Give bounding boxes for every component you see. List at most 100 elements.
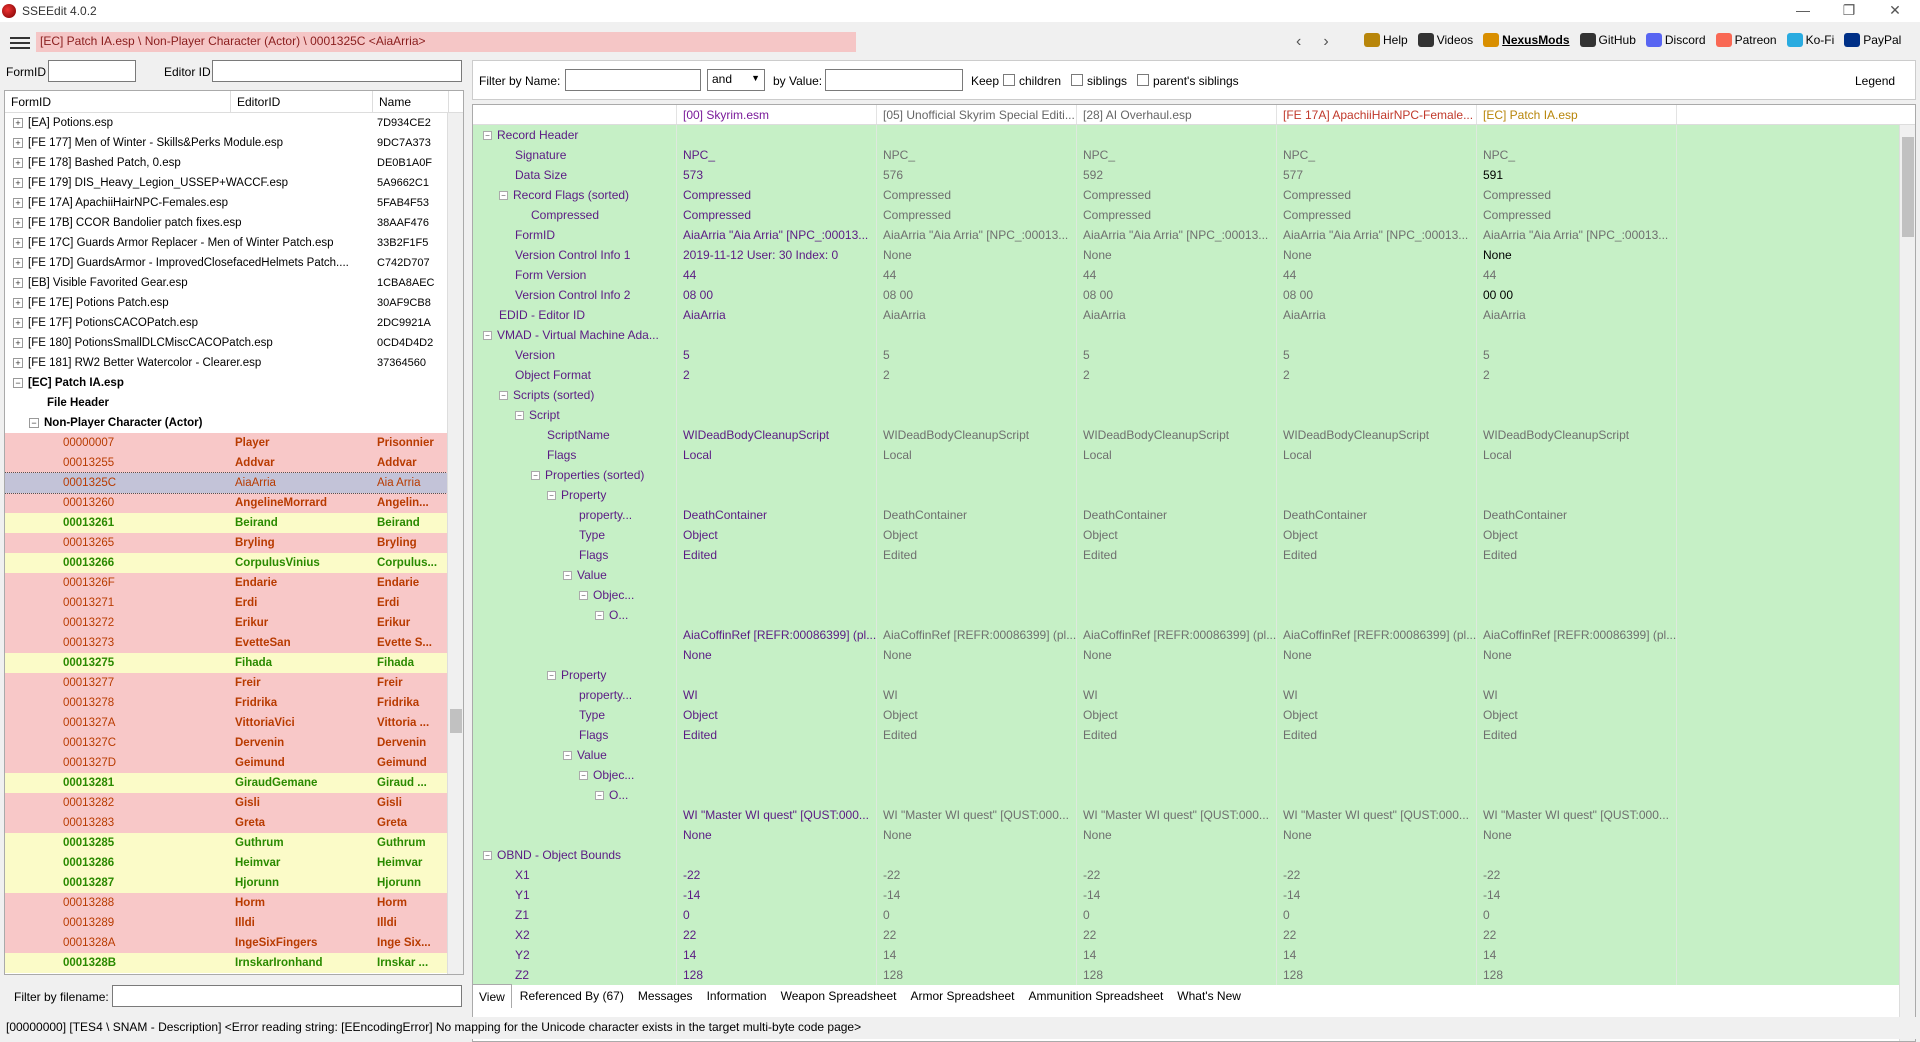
value-cell[interactable] bbox=[1077, 465, 1277, 485]
value-cell[interactable]: NPC_ bbox=[677, 145, 877, 165]
value-cell[interactable]: None bbox=[877, 825, 1077, 845]
col-header-apachii[interactable]: [FE 17A] ApachiiHairNPC-Female... bbox=[1277, 105, 1477, 124]
value-cell[interactable]: Object bbox=[1077, 705, 1277, 725]
value-cell[interactable]: AiaArria bbox=[877, 305, 1077, 325]
value-cell[interactable]: Local bbox=[1477, 445, 1677, 465]
minimize-button[interactable]: — bbox=[1780, 0, 1826, 22]
tree-row[interactable]: 0001328A IngeSixFingers Inge Six... bbox=[5, 933, 463, 953]
value-cell[interactable]: Compressed bbox=[677, 185, 877, 205]
value-cell[interactable] bbox=[1077, 765, 1277, 785]
value-cell[interactable] bbox=[1077, 125, 1277, 145]
value-cell[interactable]: WIDeadBodyCleanupScript bbox=[877, 425, 1077, 445]
value-cell[interactable] bbox=[1477, 325, 1677, 345]
grid-row[interactable]: Y1 -14 -14 -14 -14 -14 bbox=[473, 885, 1915, 905]
value-cell[interactable]: Object bbox=[677, 525, 877, 545]
grid-row[interactable]: − Property bbox=[473, 485, 1915, 505]
value-cell[interactable]: Object bbox=[677, 705, 877, 725]
value-cell[interactable]: WI "Master WI quest" [QUST:000... bbox=[1477, 805, 1677, 825]
value-cell[interactable] bbox=[1077, 485, 1277, 505]
value-cell[interactable] bbox=[1277, 405, 1477, 425]
tree-scroll-thumb[interactable] bbox=[450, 709, 462, 733]
value-cell[interactable]: None bbox=[677, 825, 877, 845]
value-cell[interactable]: WI bbox=[1477, 685, 1677, 705]
value-cell[interactable]: AiaArria bbox=[1077, 305, 1277, 325]
col-name-header[interactable]: Name bbox=[373, 91, 449, 112]
tree-row[interactable]: 00000007 Player Prisonnier bbox=[5, 433, 463, 453]
value-cell[interactable] bbox=[1477, 585, 1677, 605]
value-cell[interactable] bbox=[1477, 665, 1677, 685]
value-cell[interactable] bbox=[877, 465, 1077, 485]
expand-icon[interactable]: + bbox=[13, 178, 23, 188]
link-nexusmods[interactable]: NexusMods bbox=[1483, 33, 1570, 47]
value-cell[interactable]: -22 bbox=[1077, 865, 1277, 885]
value-cell[interactable] bbox=[877, 845, 1077, 865]
value-cell[interactable]: Object bbox=[1077, 525, 1277, 545]
grid-row[interactable]: − OBND - Object Bounds bbox=[473, 845, 1915, 865]
formid-input[interactable] bbox=[48, 60, 136, 82]
expand-icon[interactable]: + bbox=[13, 318, 23, 328]
link-videos[interactable]: Videos bbox=[1417, 33, 1473, 47]
value-cell[interactable]: 22 bbox=[1477, 925, 1677, 945]
grid-row[interactable]: Flags Edited Edited Edited Edited Edited bbox=[473, 545, 1915, 565]
value-cell[interactable]: Edited bbox=[677, 725, 877, 745]
value-cell[interactable] bbox=[1277, 385, 1477, 405]
value-cell[interactable]: WI bbox=[1077, 685, 1277, 705]
value-cell[interactable]: -14 bbox=[677, 885, 877, 905]
value-cell[interactable] bbox=[677, 785, 877, 805]
tree-row[interactable]: 00013281 GiraudGemane Giraud ... bbox=[5, 773, 463, 793]
tab-ammunition-spreadsheet[interactable]: Ammunition Spreadsheet bbox=[1023, 984, 1170, 1008]
value-cell[interactable]: 576 bbox=[877, 165, 1077, 185]
value-cell[interactable] bbox=[1077, 385, 1277, 405]
value-cell[interactable]: None bbox=[1277, 825, 1477, 845]
tree-row[interactable]: + [FE 178] Bashed Patch, 0.esp DE0B1A0F bbox=[5, 153, 463, 173]
value-cell[interactable]: Local bbox=[1277, 445, 1477, 465]
value-cell[interactable]: NPC_ bbox=[1277, 145, 1477, 165]
tree-row[interactable]: 00013265 Bryling Bryling bbox=[5, 533, 463, 553]
value-cell[interactable] bbox=[677, 565, 877, 585]
value-cell[interactable]: 14 bbox=[1277, 945, 1477, 965]
value-cell[interactable] bbox=[677, 405, 877, 425]
value-cell[interactable] bbox=[877, 585, 1077, 605]
value-cell[interactable] bbox=[1477, 765, 1677, 785]
editorid-input[interactable] bbox=[212, 60, 462, 82]
collapse-icon[interactable]: − bbox=[595, 790, 604, 800]
col-editorid-header[interactable]: EditorID bbox=[231, 91, 373, 112]
value-cell[interactable]: WIDeadBodyCleanupScript bbox=[677, 425, 877, 445]
value-cell[interactable]: -14 bbox=[1277, 885, 1477, 905]
expand-icon[interactable]: + bbox=[13, 238, 23, 248]
grid-row[interactable]: Y2 14 14 14 14 14 bbox=[473, 945, 1915, 965]
value-cell[interactable]: -14 bbox=[1077, 885, 1277, 905]
value-cell[interactable]: Compressed bbox=[1477, 185, 1677, 205]
tree-row[interactable]: 0001327D Geimund Geimund bbox=[5, 753, 463, 773]
value-cell[interactable]: 128 bbox=[1277, 965, 1477, 985]
tree-row[interactable]: + [FE 17C] Guards Armor Replacer - Men of… bbox=[5, 233, 463, 253]
menu-hamburger-icon[interactable] bbox=[10, 35, 30, 51]
tree-row[interactable]: 0001327C Dervenin Dervenin bbox=[5, 733, 463, 753]
value-cell[interactable]: 5 bbox=[1277, 345, 1477, 365]
expand-icon[interactable]: + bbox=[13, 358, 23, 368]
filter-value-input[interactable] bbox=[825, 69, 963, 91]
value-cell[interactable]: 128 bbox=[1077, 965, 1277, 985]
tree-row[interactable]: + [FE 17E] Potions Patch.esp 30AF9CB8 bbox=[5, 293, 463, 313]
collapse-icon[interactable]: − bbox=[531, 470, 540, 480]
collapse-icon[interactable]: − bbox=[563, 750, 572, 760]
expand-icon[interactable]: + bbox=[13, 118, 23, 128]
value-cell[interactable]: AiaArria "Aia Arria" [NPC_:00013... bbox=[677, 225, 877, 245]
grid-row[interactable]: AiaCoffinRef [REFR:00086399] (pl... AiaCo… bbox=[473, 625, 1915, 645]
value-cell[interactable] bbox=[677, 485, 877, 505]
value-cell[interactable]: Compressed bbox=[677, 205, 877, 225]
expand-icon[interactable]: + bbox=[13, 278, 23, 288]
value-cell[interactable]: DeathContainer bbox=[1277, 505, 1477, 525]
value-cell[interactable] bbox=[1277, 745, 1477, 765]
col-header-ussep[interactable]: [05] Unofficial Skyrim Special Editi... bbox=[877, 105, 1077, 124]
tree-row[interactable]: + [FE 17B] CCOR Bandolier patch fixes.esp… bbox=[5, 213, 463, 233]
value-cell[interactable]: Object bbox=[1477, 705, 1677, 725]
tree-row[interactable]: 00013255 Addvar Addvar bbox=[5, 453, 463, 473]
value-cell[interactable]: Compressed bbox=[1277, 205, 1477, 225]
value-cell[interactable]: Object bbox=[1277, 525, 1477, 545]
value-cell[interactable] bbox=[877, 665, 1077, 685]
grid-row[interactable]: Flags Edited Edited Edited Edited Edited bbox=[473, 725, 1915, 745]
value-cell[interactable]: AiaCoffinRef [REFR:00086399] (pl... bbox=[677, 625, 877, 645]
value-cell[interactable]: 591 bbox=[1477, 165, 1677, 185]
value-cell[interactable] bbox=[677, 665, 877, 685]
